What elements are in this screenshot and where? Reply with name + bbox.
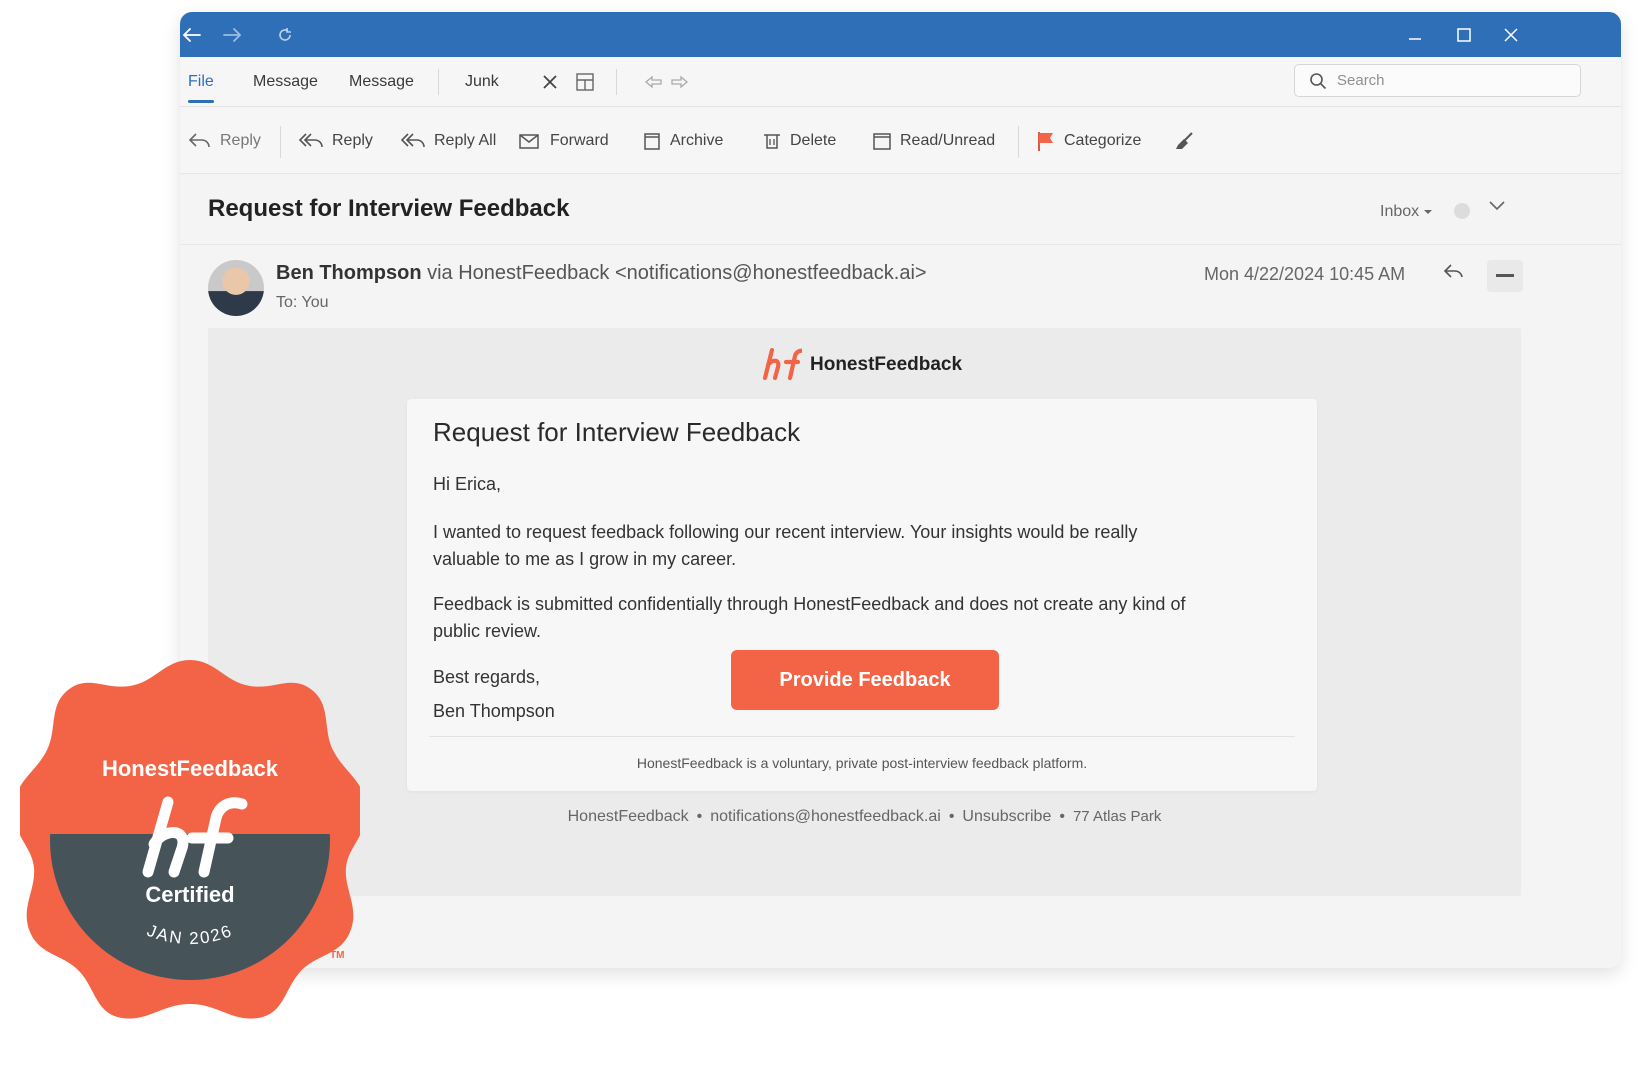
reply-icon — [298, 133, 323, 148]
reply-all-icon — [400, 133, 425, 148]
sender-name[interactable]: Ben Thompson — [276, 262, 422, 284]
paragraph-1-line-1: I wanted to request feedback following o… — [433, 522, 1138, 542]
collapse-button[interactable] — [1487, 260, 1523, 292]
disclaimer: HonestFeedback is a voluntary, private p… — [636, 755, 1088, 771]
reply-all-label: Reply All — [434, 132, 497, 149]
email-footer: HonestFeedback • notifications@honestfeedb… — [567, 808, 1162, 825]
subject-bar: Request for Interview Feedback Inbox — [180, 175, 1621, 245]
caret-down-icon — [1424, 210, 1433, 214]
refresh-icon[interactable] — [263, 12, 307, 57]
separator — [280, 126, 281, 158]
sender-line: Ben Thompson via HonestFeedback <notific… — [276, 262, 927, 285]
action-toolbar: Reply Reply Reply All Forward Archive De… — [180, 108, 1621, 174]
badge-seal-icon: JAN 2026 — [14, 660, 366, 1019]
brush-icon — [1176, 132, 1193, 149]
reply-button-2[interactable]: Reply — [298, 108, 373, 174]
search-box[interactable] — [1294, 64, 1581, 97]
certified-badge: JAN 2026 HonestFeedback Certified — [14, 660, 370, 1020]
message-date: Mon 4/22/2024 10:45 AM — [1204, 264, 1406, 284]
forward-label: Forward — [550, 132, 609, 149]
archive-label: Archive — [670, 132, 724, 149]
search-input[interactable] — [1337, 72, 1557, 89]
sweep-button[interactable] — [1172, 108, 1196, 174]
archive-icon — [644, 133, 660, 150]
separator — [438, 69, 439, 95]
reply-icon — [188, 133, 210, 148]
provide-feedback-button[interactable]: Provide Feedback — [731, 650, 999, 710]
separator — [1018, 126, 1019, 158]
ribbon-tabs: File Message Message Junk — [180, 57, 1621, 107]
read-unread-label: Read/Unread — [900, 132, 996, 149]
search-icon — [1310, 72, 1327, 89]
badge-certified: Certified — [145, 882, 235, 907]
sender-via: via HonestFeedback <notifications@honest… — [421, 262, 927, 284]
folder-label: Inbox — [1380, 203, 1420, 220]
closing: Best regards, — [433, 667, 541, 687]
separator — [616, 69, 617, 95]
undo-icon[interactable] — [642, 70, 666, 94]
brand-name: HonestFeedback — [810, 354, 963, 375]
minimize-icon[interactable] — [1393, 12, 1437, 57]
redo-icon[interactable] — [667, 70, 691, 94]
status-dot[interactable] — [1454, 203, 1470, 219]
unsubscribe-link[interactable]: Unsubscribe — [962, 808, 1051, 825]
recipient-line: To: You — [276, 294, 329, 311]
archive-button[interactable]: Archive — [642, 108, 723, 174]
reply-all-button[interactable]: Reply All — [400, 108, 496, 174]
reply-label: Reply — [332, 132, 373, 149]
delete-button[interactable]: Delete — [762, 108, 836, 174]
email-body: HonestFeedback Request for Interview Fee… — [208, 328, 1521, 896]
categorize-button[interactable]: Categorize — [1036, 108, 1141, 174]
forward-icon — [519, 134, 539, 149]
title-bar — [180, 12, 1621, 57]
footer-email-link[interactable]: notifications@honestfeedback.ai — [710, 808, 941, 825]
folder-dropdown[interactable]: Inbox — [1380, 203, 1433, 221]
flag-icon — [1038, 132, 1053, 151]
paragraph-1-line-2: valuable to me as I grow in my career. — [433, 549, 737, 569]
paragraph-2-line-1: Feedback is submitted confidentially thr… — [433, 594, 1186, 614]
reply-button[interactable]: Reply — [188, 108, 261, 174]
read-unread-button[interactable]: Read/Unread — [872, 108, 995, 174]
mail-window: File Message Message Junk Reply — [180, 12, 1621, 968]
greeting: Hi Erica, — [433, 474, 502, 494]
tab-file[interactable]: File — [188, 57, 214, 107]
message-header: Ben Thompson via HonestFeedback <notific… — [180, 246, 1621, 326]
tab-message-2[interactable]: Message — [349, 57, 414, 107]
maximize-icon[interactable] — [1442, 12, 1486, 57]
tab-message[interactable]: Message — [253, 57, 318, 107]
badge-title: HonestFeedback — [101, 756, 279, 781]
cross-icon[interactable] — [538, 70, 562, 94]
read-unread-icon — [873, 133, 891, 150]
trademark-mark: TM — [330, 950, 345, 961]
tab-junk[interactable]: Junk — [465, 57, 499, 107]
reply-label: Reply — [220, 132, 261, 149]
avatar[interactable] — [208, 260, 264, 316]
chevron-down-icon[interactable] — [1488, 199, 1506, 217]
layout-icon[interactable] — [573, 70, 597, 94]
back-arrow-icon[interactable] — [180, 12, 214, 57]
email-card: Request for Interview Feedback Hi Erica,… — [407, 399, 1317, 791]
delete-icon — [764, 134, 780, 149]
categorize-label: Categorize — [1064, 132, 1142, 149]
close-icon[interactable] — [1489, 12, 1533, 57]
forward-arrow-icon[interactable] — [210, 12, 254, 57]
footer-brand: HonestFeedback — [567, 808, 689, 825]
divider — [429, 736, 1295, 737]
hf-logo-icon — [762, 348, 802, 381]
minus-icon — [1496, 274, 1514, 277]
signature: Ben Thompson — [433, 701, 555, 721]
brand-header: HonestFeedback — [762, 348, 962, 382]
reply-icon[interactable] — [1443, 262, 1465, 285]
delete-label: Delete — [790, 132, 837, 149]
email-title: Request for Interview Feedback — [433, 417, 801, 447]
forward-button[interactable]: Forward — [518, 108, 609, 174]
footer-address: 77 Atlas Park — [1072, 808, 1162, 825]
paragraph-2-line-2: public review. — [433, 621, 542, 641]
message-subject: Request for Interview Feedback — [208, 195, 570, 222]
